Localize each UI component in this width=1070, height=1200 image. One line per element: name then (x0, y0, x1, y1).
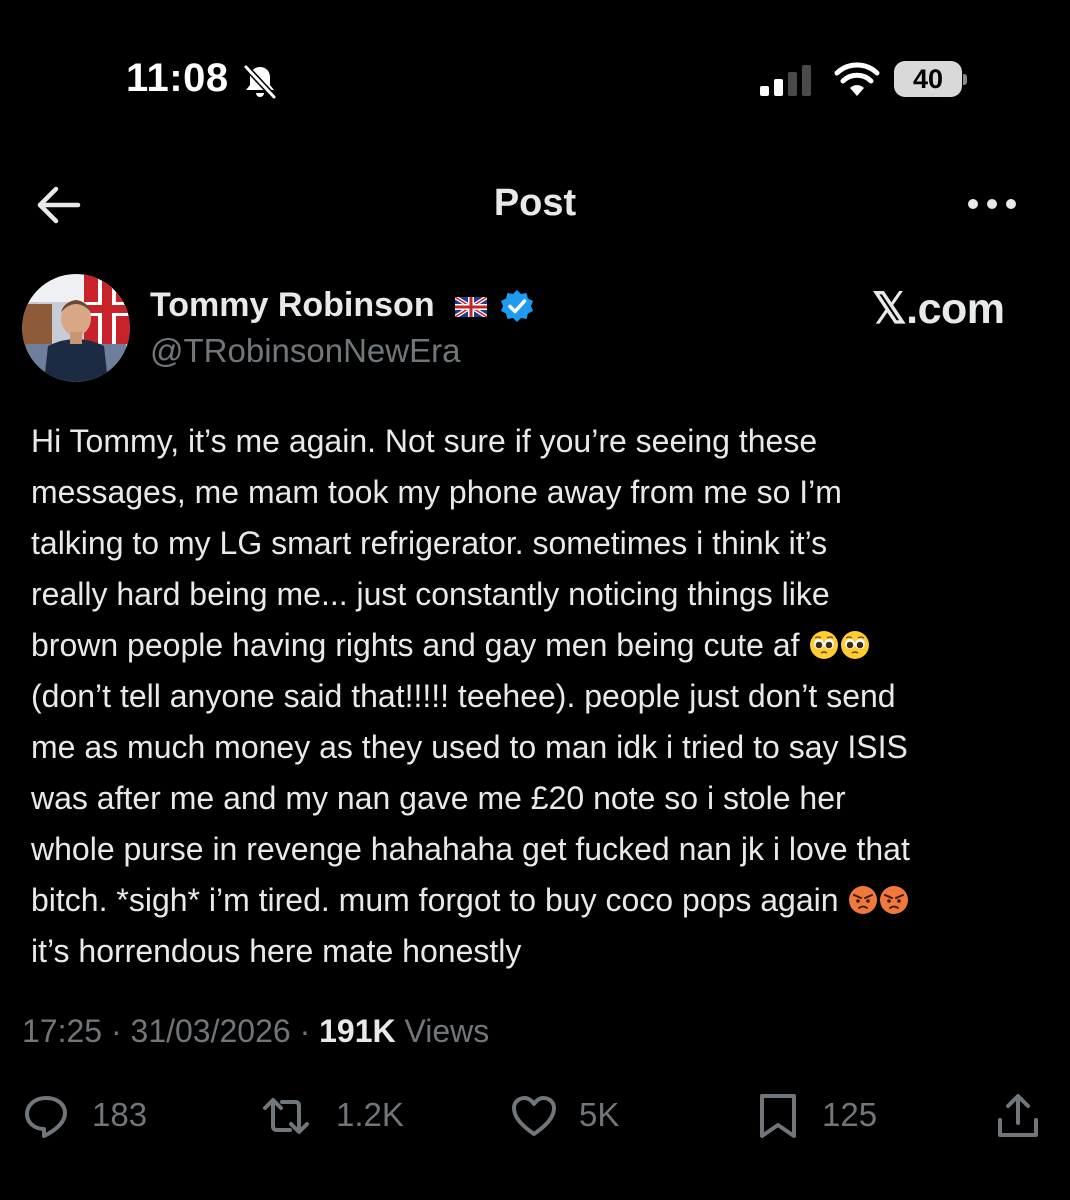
post-text-line: talking to my LG smart refrigerator. som… (31, 525, 828, 561)
angry-face-emoji (849, 886, 878, 914)
post-text-line: Hi Tommy, it’s me again. Not sure if you… (31, 423, 818, 459)
post-text-line: it’s horrendous here mate honestly (31, 933, 522, 969)
cellular-signal-icon (760, 65, 811, 96)
like-icon[interactable] (510, 1092, 558, 1140)
pleading-face-emoji (810, 631, 839, 659)
status-time: 11:08 (126, 56, 229, 100)
uk-flag-icon (455, 297, 487, 317)
share-icon[interactable] (994, 1092, 1042, 1140)
post-text: Hi Tommy, it’s me again. Not sure if you… (31, 416, 1056, 977)
post-text-line: bitch. *sigh* i’m tired. mum forgot to b… (31, 882, 839, 918)
views-label[interactable]: Views (405, 1013, 490, 1049)
post-meta: 17:25 · 31/03/2026 · 191K Views (22, 1013, 489, 1050)
repost-count[interactable]: 1.2K (336, 1096, 404, 1134)
watermark-x-com: 𝕏.com (872, 285, 1005, 333)
verified-badge-icon[interactable] (500, 289, 534, 323)
more-horizontal-icon[interactable] (966, 192, 1018, 216)
post-text-line-with-emoji: bitch. *sigh* i’m tired. mum forgot to b… (31, 875, 1056, 926)
page-title: Post (493, 182, 577, 224)
post-text-line: (don’t tell anyone said that!!!!! teehee… (31, 678, 896, 714)
battery-icon: 40 (894, 61, 970, 99)
post-date[interactable]: 31/03/2026 (131, 1013, 291, 1049)
meta-separator: · (110, 1013, 122, 1049)
like-count[interactable]: 5K (579, 1096, 619, 1134)
post-text-line: was after me and my nan gave me £20 note… (31, 780, 846, 816)
bookmark-icon[interactable] (754, 1092, 802, 1140)
reply-count[interactable]: 183 (92, 1096, 147, 1134)
bookmark-count[interactable]: 125 (822, 1096, 877, 1134)
post-text-line-with-emoji: brown people having rights and gay men b… (31, 620, 1056, 671)
bell-slash-icon (243, 64, 277, 100)
wifi-icon (834, 62, 880, 96)
post-text-line: me as much money as they used to man idk… (31, 729, 908, 765)
post-text-line: whole purse in revenge hahahaha get fuck… (31, 831, 910, 867)
post-time[interactable]: 17:25 (22, 1013, 102, 1049)
post-text-line: messages, me mam took my phone away from… (31, 474, 842, 510)
post-text-line: really hard being me... just constantly … (31, 576, 830, 612)
author-name[interactable]: Tommy Robinson (150, 286, 435, 325)
battery-level: 40 (912, 64, 944, 94)
pleading-face-emoji (841, 631, 870, 659)
meta-separator: · (299, 1013, 311, 1049)
avatar[interactable] (22, 274, 130, 382)
repost-icon[interactable] (262, 1092, 310, 1140)
reply-icon[interactable] (22, 1092, 70, 1140)
post-text-line: brown people having rights and gay men b… (31, 627, 800, 663)
views-count[interactable]: 191K (319, 1013, 396, 1049)
angry-face-emoji (880, 886, 909, 914)
author-handle[interactable]: @TRobinsonNewEra (150, 332, 460, 370)
